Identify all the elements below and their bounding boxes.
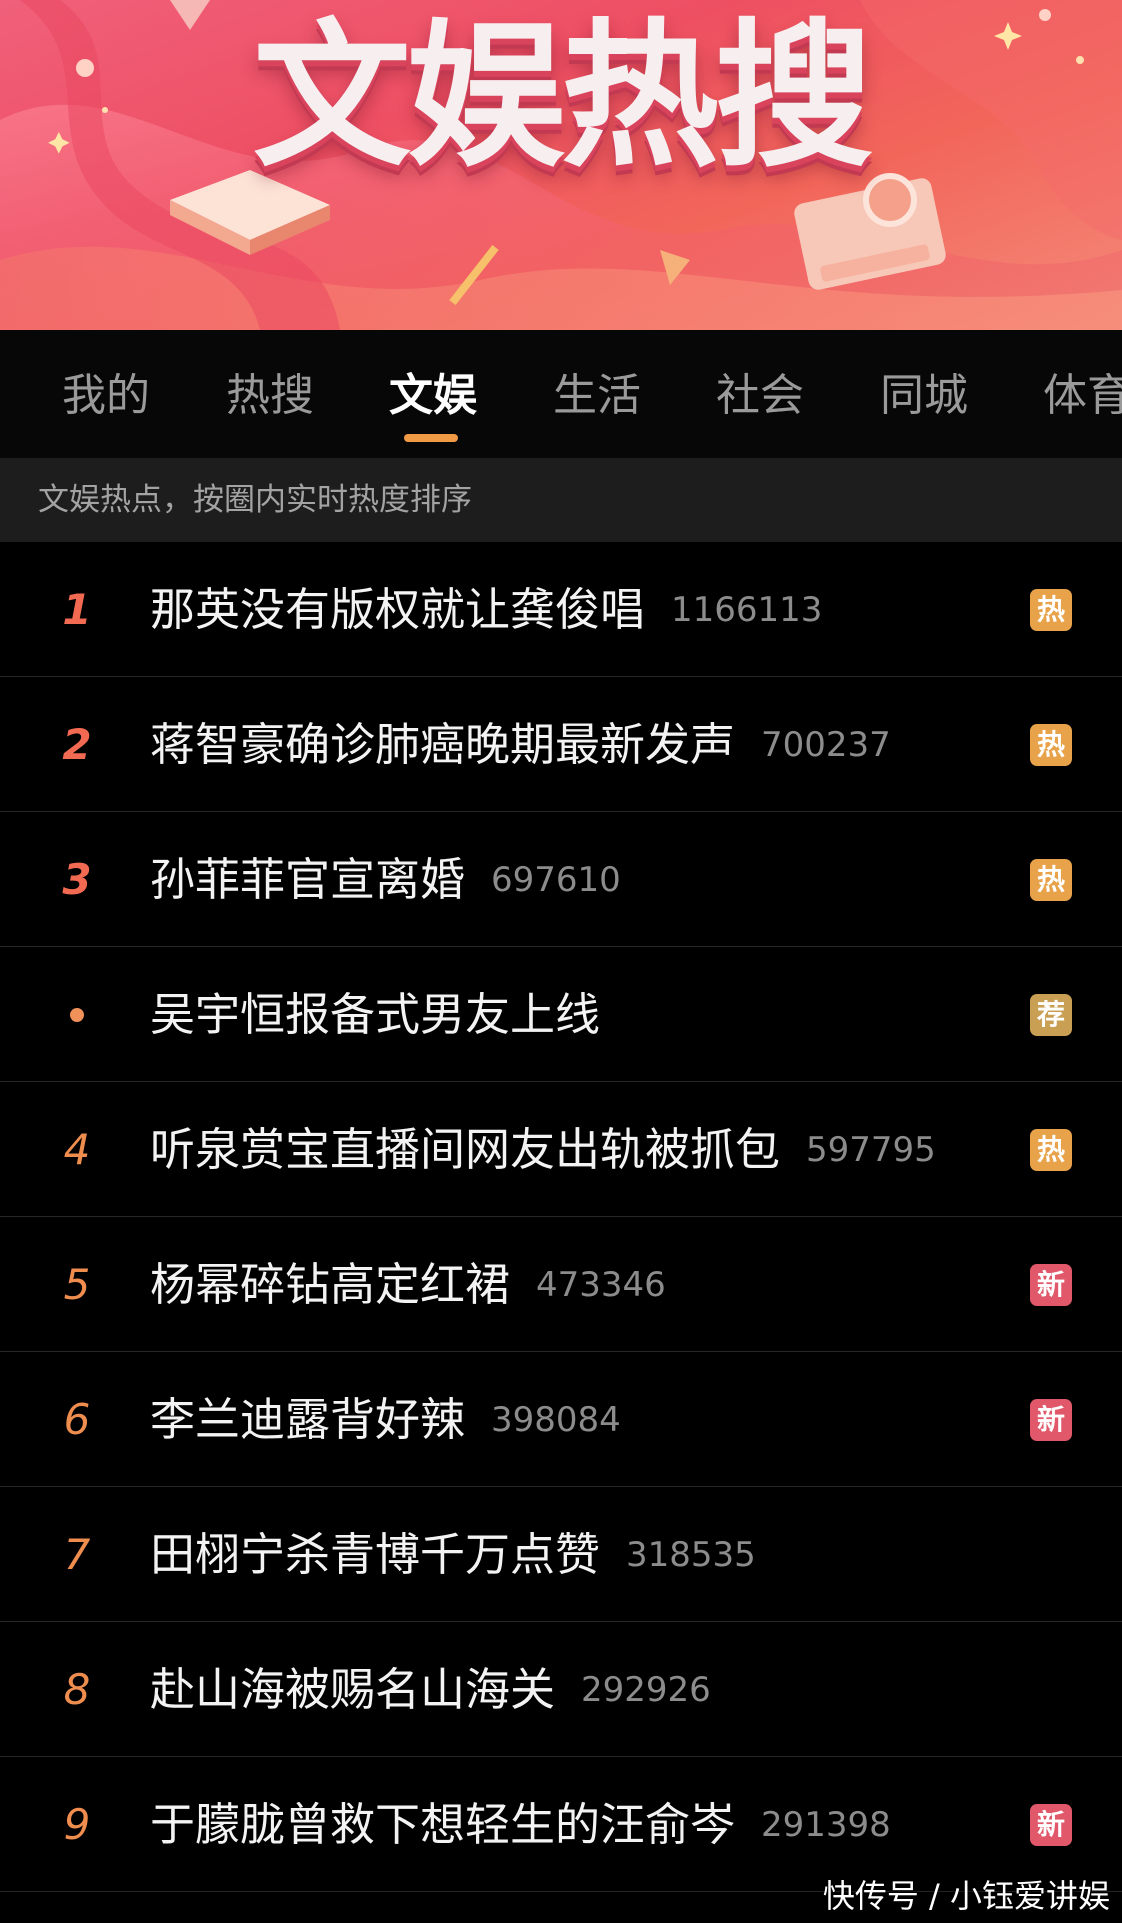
list-item[interactable]: 6 李兰迪露背好辣 398084 新 — [0, 1352, 1122, 1487]
hot-badge: 热 — [1030, 859, 1072, 901]
topic: 孙菲菲官宣离婚 697610 — [150, 812, 621, 947]
tab-society[interactable]: 社会 — [716, 366, 804, 426]
heat-count: 700237 — [761, 725, 891, 765]
list-description: 文娱热点，按圈内实时热度排序 — [38, 482, 472, 518]
topic-title: 李兰迪露背好辣 — [150, 1393, 466, 1446]
list-item[interactable]: 5 杨幂碎钻高定红裙 473346 新 — [0, 1217, 1122, 1352]
topic: 吴宇恒报备式男友上线 — [150, 947, 600, 1082]
list-item[interactable]: 2 蒋智豪确诊肺癌晚期最新发声 700237 热 — [0, 677, 1122, 812]
heat-count: 597795 — [806, 1130, 936, 1170]
list-description-bar: 文娱热点，按圈内实时热度排序 — [0, 458, 1122, 542]
rank-number: 2 — [62, 720, 92, 769]
rank-number: 1 — [62, 585, 92, 634]
list-item[interactable]: 7 田栩宁杀青博千万点赞 318535 — [0, 1487, 1122, 1622]
topic: 听泉赏宝直播间网友出轨被抓包 597795 — [150, 1082, 936, 1217]
topic: 蒋智豪确诊肺癌晚期最新发声 700237 — [150, 677, 891, 812]
topic: 那英没有版权就让龚俊唱 1166113 — [150, 542, 822, 677]
heat-count: 697610 — [491, 860, 621, 900]
heat-count: 398084 — [491, 1400, 621, 1440]
topic-title: 孙菲菲官宣离婚 — [150, 853, 466, 906]
topic: 赴山海被赐名山海关 292926 — [150, 1622, 711, 1757]
hot-badge: 热 — [1030, 724, 1072, 766]
hot-badge: 热 — [1030, 589, 1072, 631]
list-item[interactable]: 1 那英没有版权就让龚俊唱 1166113 热 — [0, 542, 1122, 677]
banner: 文娱热搜 — [0, 0, 1122, 330]
rank-number: 7 — [63, 1530, 91, 1579]
list-item[interactable]: 吴宇恒报备式男友上线 荐 — [0, 947, 1122, 1082]
tab-mine[interactable]: 我的 — [62, 366, 150, 426]
new-badge: 新 — [1030, 1804, 1072, 1846]
hot-search-list: 1 那英没有版权就让龚俊唱 1166113 热 2 蒋智豪确诊肺癌晚期最新发声 70… — [0, 542, 1122, 1892]
new-badge: 新 — [1030, 1399, 1072, 1441]
topic-title: 于朦胧曾救下想轻生的汪俞岑 — [150, 1798, 736, 1851]
topic: 李兰迪露背好辣 398084 — [150, 1352, 621, 1487]
topic: 田栩宁杀青博千万点赞 318535 — [150, 1487, 756, 1622]
tab-life[interactable]: 生活 — [553, 366, 641, 426]
topic-title: 杨幂碎钻高定红裙 — [150, 1258, 511, 1311]
rank-number: 3 — [62, 855, 92, 904]
heat-count: 291398 — [761, 1805, 891, 1845]
rank-number: 9 — [63, 1800, 91, 1849]
tab-local[interactable]: 同城 — [880, 366, 968, 426]
topic-title: 田栩宁杀青博千万点赞 — [150, 1528, 601, 1581]
active-tab-indicator — [404, 434, 459, 442]
category-tabs: 我的 热搜 文娱 生活 社会 同城 体育 — [0, 330, 1122, 458]
recommended-badge: 荐 — [1030, 994, 1072, 1036]
topic-title: 蒋智豪确诊肺癌晚期最新发声 — [150, 718, 736, 771]
topic-title: 听泉赏宝直播间网友出轨被抓包 — [150, 1123, 781, 1176]
heat-count: 292926 — [581, 1670, 711, 1710]
topic: 杨幂碎钻高定红裙 473346 — [150, 1217, 666, 1352]
new-badge: 新 — [1030, 1264, 1072, 1306]
hot-badge: 热 — [1030, 1129, 1072, 1171]
topic-title: 那英没有版权就让龚俊唱 — [150, 583, 646, 636]
rank-number: 4 — [63, 1125, 91, 1174]
rank-number: 8 — [63, 1665, 91, 1714]
list-item[interactable]: 8 赴山海被赐名山海关 292926 — [0, 1622, 1122, 1757]
topic: 于朦胧曾救下想轻生的汪俞岑 291398 — [150, 1757, 891, 1892]
list-item[interactable]: 4 听泉赏宝直播间网友出轨被抓包 597795 热 — [0, 1082, 1122, 1217]
topic-title: 吴宇恒报备式男友上线 — [150, 988, 601, 1041]
tab-sports[interactable]: 体育 — [1043, 366, 1122, 426]
banner-title: 文娱热搜 — [253, 5, 873, 189]
tab-hot-search[interactable]: 热搜 — [226, 366, 314, 426]
heat-count: 1166113 — [671, 590, 823, 630]
list-item[interactable]: 3 孙菲菲官宣离婚 697610 热 — [0, 812, 1122, 947]
heat-count: 473346 — [536, 1265, 666, 1305]
promoted-dot-icon — [70, 1008, 84, 1022]
rank-number: 6 — [63, 1395, 91, 1444]
rank-number: 5 — [63, 1260, 91, 1309]
heat-count: 318535 — [626, 1535, 756, 1575]
tab-entertainment-label: 文娱 — [389, 370, 477, 421]
watermark: 快传号 / 小钰爱讲娱 — [822, 1877, 1110, 1915]
topic-title: 赴山海被赐名山海关 — [150, 1663, 556, 1716]
tab-entertainment[interactable]: 文娱 — [389, 366, 477, 442]
